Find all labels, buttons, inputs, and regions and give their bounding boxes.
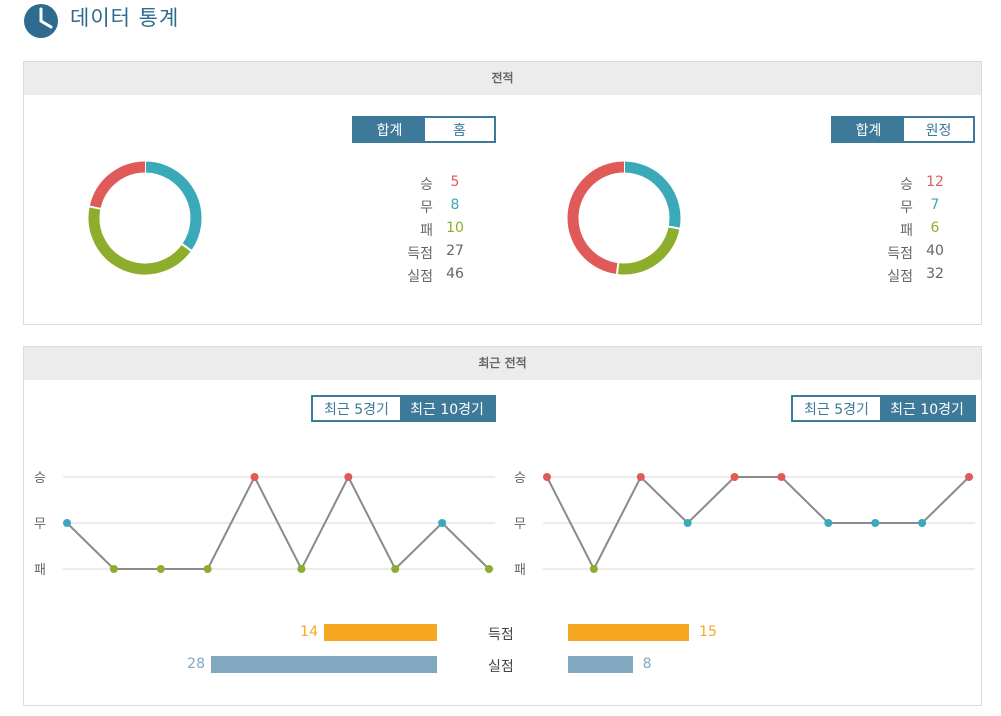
recent-panel-title: 최근 전적 <box>24 347 981 380</box>
scored-label: 득점 <box>488 627 514 643</box>
right-recent-tabs: 최근 5경기 최근 10경기 <box>791 395 976 422</box>
form-point <box>543 473 551 481</box>
result-axis-label: 승 <box>514 471 526 486</box>
result-axis-label: 무 <box>34 517 46 532</box>
stat-label: 패 <box>900 223 913 239</box>
right-record-tabs: 합계 원정 <box>831 116 975 143</box>
tab-home[interactable]: 홈 <box>425 118 494 141</box>
left-conceded-value: 28 <box>187 656 205 672</box>
form-point <box>156 565 165 573</box>
result-axis-label: 무 <box>514 517 526 532</box>
right-conceded-bar <box>568 656 633 673</box>
stat-label: 득점 <box>887 246 913 262</box>
form-point <box>485 565 493 573</box>
stat-row: 무8 <box>393 197 477 220</box>
form-point <box>777 473 786 481</box>
conceded-label: 실점 <box>488 659 514 675</box>
stat-value: 5 <box>450 174 460 190</box>
stat-value: 27 <box>446 243 464 259</box>
recent-form-charts: 승무패 승무패 <box>34 471 975 578</box>
pie-chart-icon <box>24 4 58 38</box>
stat-row: 패6 <box>873 220 957 243</box>
donut-win-segment <box>567 161 625 275</box>
stat-label: 실점 <box>407 269 433 285</box>
stat-row: 실점 32 <box>873 266 957 289</box>
right-record-donut <box>567 160 682 276</box>
left-scored-bar <box>324 624 437 641</box>
right-conceded-value: 8 <box>642 656 652 672</box>
stat-label: 실점 <box>887 269 913 285</box>
right-scored-value: 15 <box>699 624 717 640</box>
form-point <box>683 519 692 527</box>
form-point <box>730 473 739 481</box>
donut-loss-segment <box>88 206 192 275</box>
stat-label: 득점 <box>407 246 433 262</box>
form-point <box>918 519 927 527</box>
stat-value: 6 <box>930 220 940 236</box>
stat-value: 46 <box>446 266 464 282</box>
stat-label: 승 <box>900 177 913 193</box>
form-point <box>63 519 71 527</box>
form-point <box>250 473 259 481</box>
tab-total[interactable]: 합계 <box>354 118 425 141</box>
left-conceded-bar <box>211 656 437 673</box>
tab-last-5[interactable]: 최근 5경기 <box>793 397 880 420</box>
stat-row: 득점 27 <box>393 243 477 266</box>
stat-value: 7 <box>930 197 940 213</box>
left-scored-value: 14 <box>300 624 318 640</box>
stat-value: 12 <box>926 174 944 190</box>
form-point <box>391 565 400 573</box>
tab-last-10[interactable]: 최근 10경기 <box>400 397 494 420</box>
result-axis-label: 승 <box>34 471 46 486</box>
form-point <box>203 565 212 573</box>
form-point <box>344 473 353 481</box>
donut-loss-segment <box>616 226 680 275</box>
right-form-chart: 승무패 <box>514 471 975 578</box>
form-point <box>965 473 973 481</box>
donut-draw-segment <box>623 161 681 229</box>
stat-value: 32 <box>926 266 944 282</box>
left-record-donut <box>88 160 202 275</box>
left-recent-tabs: 최근 5경기 최근 10경기 <box>311 395 496 422</box>
form-point <box>871 519 880 527</box>
left-form-chart: 승무패 <box>34 471 495 578</box>
stat-value: 8 <box>450 197 460 213</box>
donut-win-segment <box>89 161 146 209</box>
left-record-tabs: 합계 홈 <box>352 116 496 143</box>
form-point <box>824 519 833 527</box>
record-panel-title: 전적 <box>24 62 981 95</box>
form-point <box>297 565 306 573</box>
stat-label: 승 <box>420 177 433 193</box>
form-point <box>109 565 118 573</box>
stat-row: 실점 46 <box>393 266 477 289</box>
stat-label: 패 <box>420 223 433 239</box>
form-point <box>636 473 645 481</box>
form-point <box>438 519 447 527</box>
right-record-stats: 승 12 무 7 패 6 득점 40 실점 32 <box>873 174 957 289</box>
left-record-stats: 승 5 무 8 패 10 득점 27 실점 46 <box>393 174 477 289</box>
tab-away[interactable]: 원정 <box>904 118 973 141</box>
form-point <box>589 565 598 573</box>
tab-last-10[interactable]: 최근 10경기 <box>880 397 974 420</box>
tab-total[interactable]: 합계 <box>833 118 904 141</box>
stat-row: 패 10 <box>393 220 477 243</box>
stat-row: 무7 <box>873 197 957 220</box>
tab-last-5[interactable]: 최근 5경기 <box>313 397 400 420</box>
stat-label: 무 <box>900 200 913 216</box>
result-axis-label: 패 <box>34 563 46 578</box>
stat-row: 득점 40 <box>873 243 957 266</box>
stat-label: 무 <box>420 200 433 216</box>
right-scored-bar <box>568 624 690 641</box>
donut-draw-segment <box>144 161 202 251</box>
stat-row: 승 12 <box>873 174 957 197</box>
stat-row: 승5 <box>393 174 477 197</box>
result-axis-label: 패 <box>514 563 526 578</box>
page-title: 데이터 통계 <box>70 6 180 30</box>
stat-value: 10 <box>446 220 464 236</box>
stat-value: 40 <box>926 243 944 259</box>
